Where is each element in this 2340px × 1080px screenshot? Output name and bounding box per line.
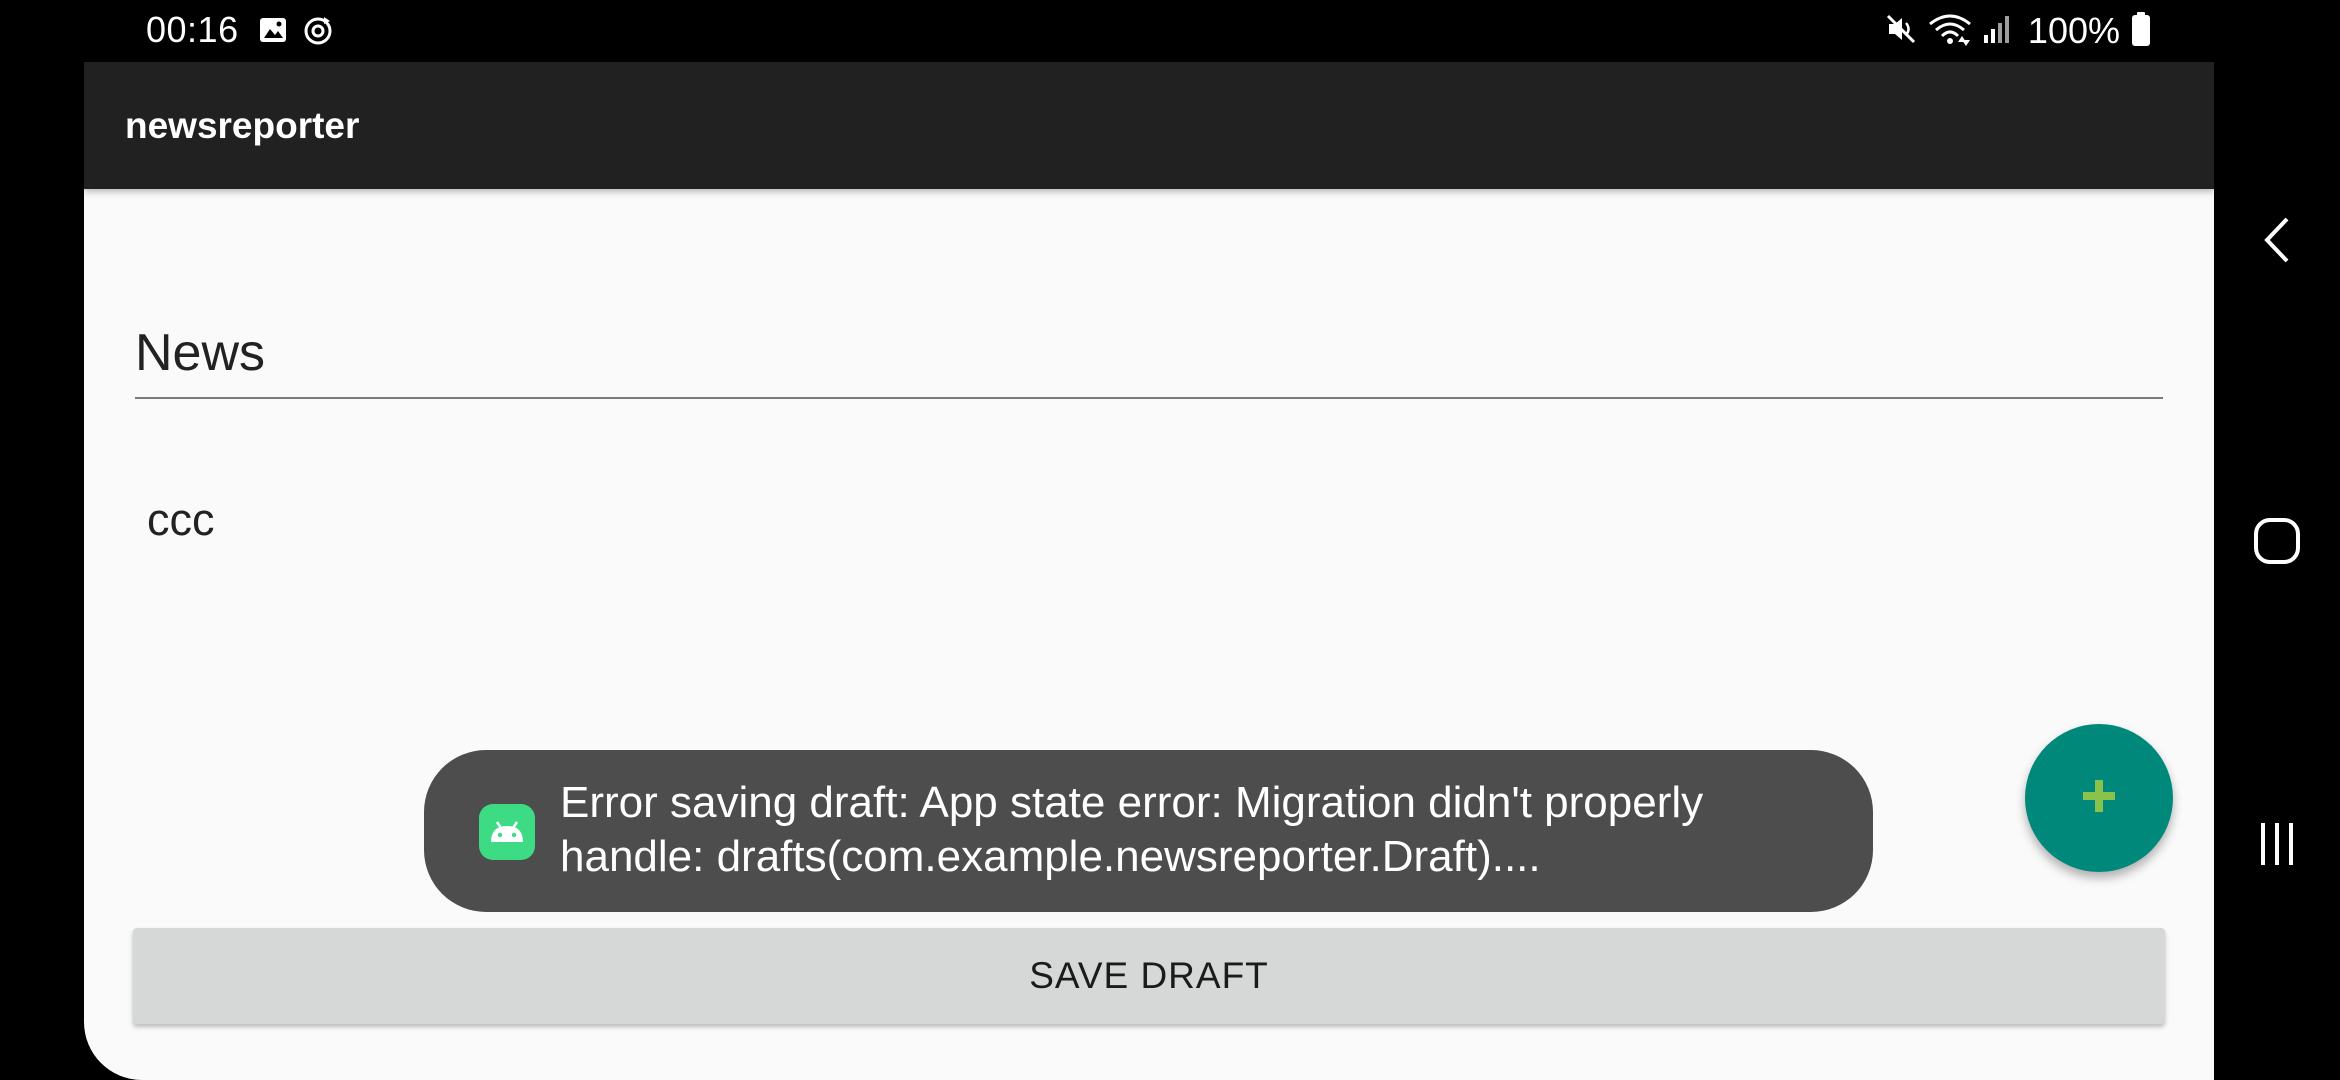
- error-toast: Error saving draft: App state error: Mig…: [424, 750, 1873, 912]
- gallery-icon: [258, 15, 288, 52]
- mute-icon: [1884, 12, 1918, 51]
- android-app-icon: [479, 804, 535, 860]
- status-bar: 00:16 100%: [0, 0, 2214, 62]
- plus-icon: [2079, 776, 2119, 821]
- signal-icon: [1982, 13, 2012, 50]
- app-bar: newsreporter: [84, 62, 2214, 189]
- status-time: 00:16: [146, 9, 239, 50]
- title-input[interactable]: News: [135, 307, 2163, 399]
- add-fab-button[interactable]: [2025, 724, 2173, 872]
- wifi-icon: [1928, 12, 1972, 51]
- recents-button[interactable]: [2247, 816, 2307, 876]
- save-draft-button[interactable]: SAVE DRAFT: [133, 928, 2165, 1024]
- title-input-value: News: [135, 324, 266, 382]
- toast-message: Error saving draft: App state error: Mig…: [560, 778, 1704, 881]
- body-input[interactable]: ccc: [135, 472, 2163, 672]
- back-button[interactable]: [2247, 212, 2307, 272]
- navigation-bar: [2214, 0, 2340, 1080]
- app-window: newsreporter News ccc SAVE DRAFT: [84, 62, 2214, 1080]
- back-icon: [2259, 215, 2295, 270]
- battery-percent: 100%: [2027, 10, 2120, 51]
- status-right-icons: 100%: [1884, 8, 2152, 54]
- home-icon: [2252, 516, 2302, 571]
- body-input-value: ccc: [147, 494, 215, 545]
- sync-icon: [302, 15, 334, 52]
- status-left-icons: [258, 15, 334, 52]
- home-button[interactable]: [2247, 513, 2307, 573]
- recents-icon: [2255, 819, 2299, 874]
- app-title: newsreporter: [125, 105, 360, 146]
- battery-icon: [2130, 11, 2152, 52]
